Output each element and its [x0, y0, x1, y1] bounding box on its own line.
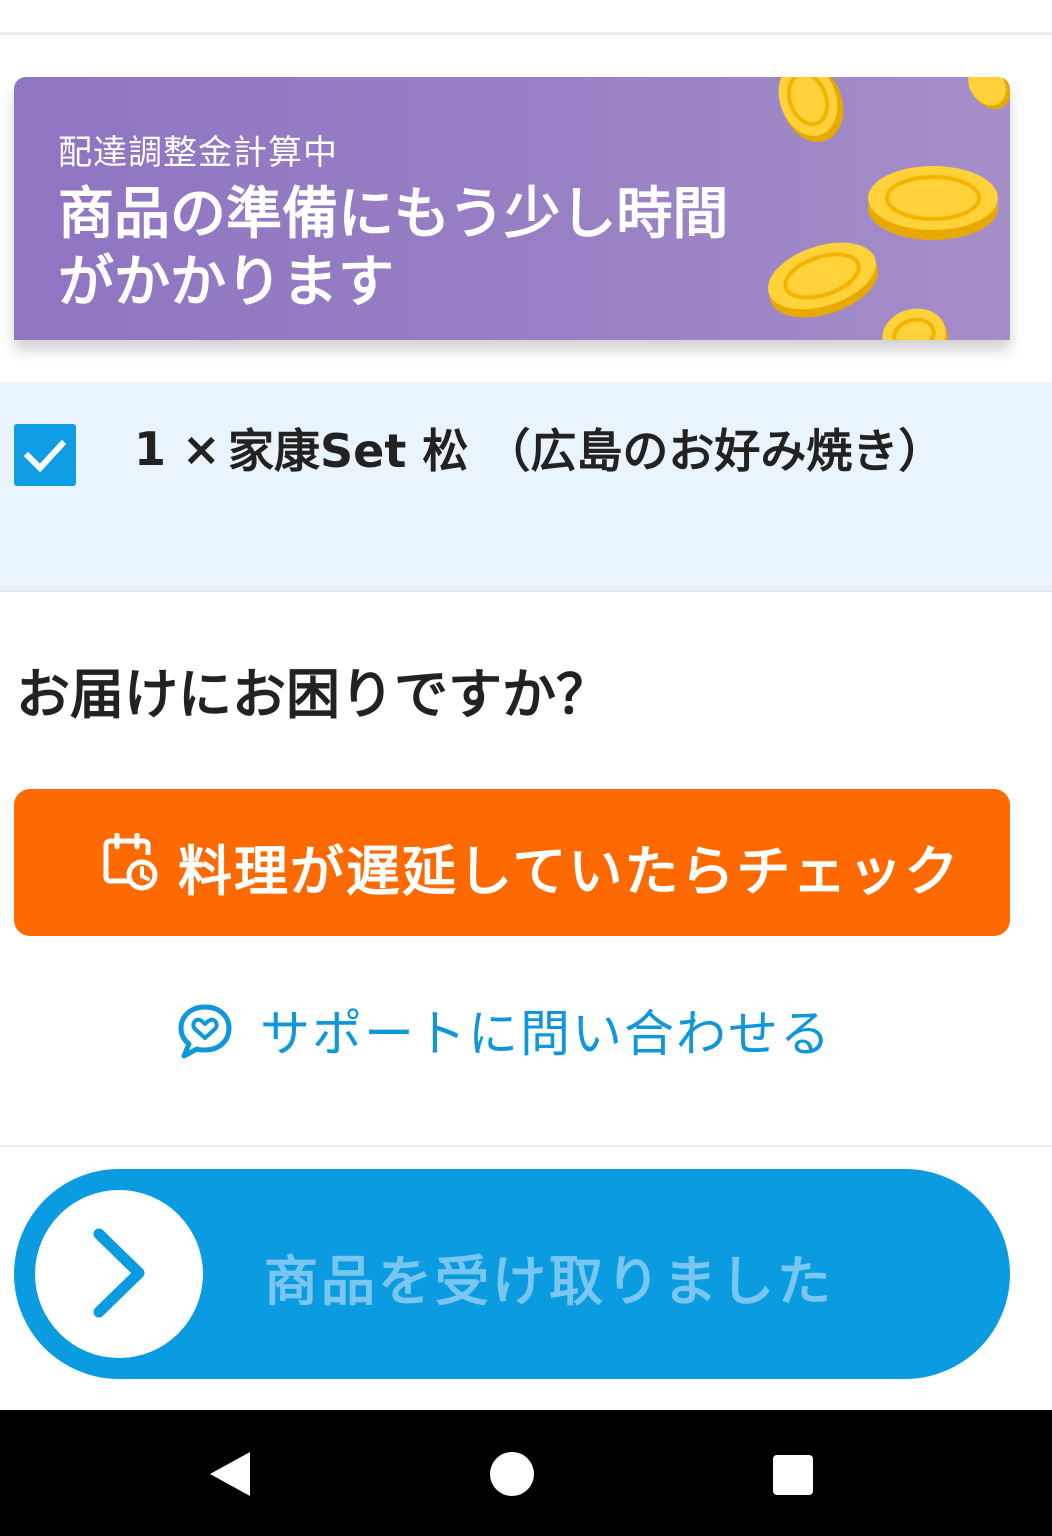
help-heading: お届けにお困りですか？ [16, 663, 610, 726]
item-checkbox[interactable] [14, 424, 76, 486]
back-triangle-icon[interactable] [206, 1450, 254, 1498]
recents-square-icon[interactable] [772, 1454, 814, 1496]
delivery-adjustment-banner: 配達調整金計算中 商品の準備にもう少し時間がかかります [14, 77, 1010, 340]
calendar-clock-icon [103, 833, 158, 891]
coin-icon [868, 166, 998, 240]
contact-support-label: サポートに問い合わせる [260, 1005, 832, 1063]
chat-heart-icon [178, 1004, 232, 1059]
top-divider [0, 32, 1052, 35]
item-quantity: 1 × [134, 422, 221, 476]
coin-icon [968, 77, 1010, 110]
coin-icon [778, 77, 844, 142]
android-navigation-bar [0, 1410, 1052, 1536]
item-name: 家康Set 松 （広島のお好み焼き） [228, 424, 945, 478]
checkmark-icon [23, 439, 67, 473]
coin-icon [767, 242, 879, 318]
check-delay-button[interactable]: 料理が遅延していたらチェック [14, 789, 1010, 936]
chevron-right-icon [93, 1228, 145, 1318]
banner-subtitle: 配達調整金計算中 [58, 133, 338, 173]
section-divider [0, 1145, 1052, 1147]
home-circle-icon[interactable] [488, 1450, 536, 1498]
received-slider[interactable]: 商品を受け取りました [14, 1169, 1010, 1379]
check-delay-label: 料理が遅延していたらチェック [178, 840, 961, 903]
order-item-row: 1 × 家康Set 松 （広島のお好み焼き） [0, 382, 1052, 592]
coin-icon [882, 308, 948, 340]
slider-knob[interactable] [35, 1190, 203, 1358]
banner-title: 商品の準備にもう少し時間がかかります [58, 182, 729, 315]
slider-label: 商品を受け取りました [264, 1250, 834, 1313]
